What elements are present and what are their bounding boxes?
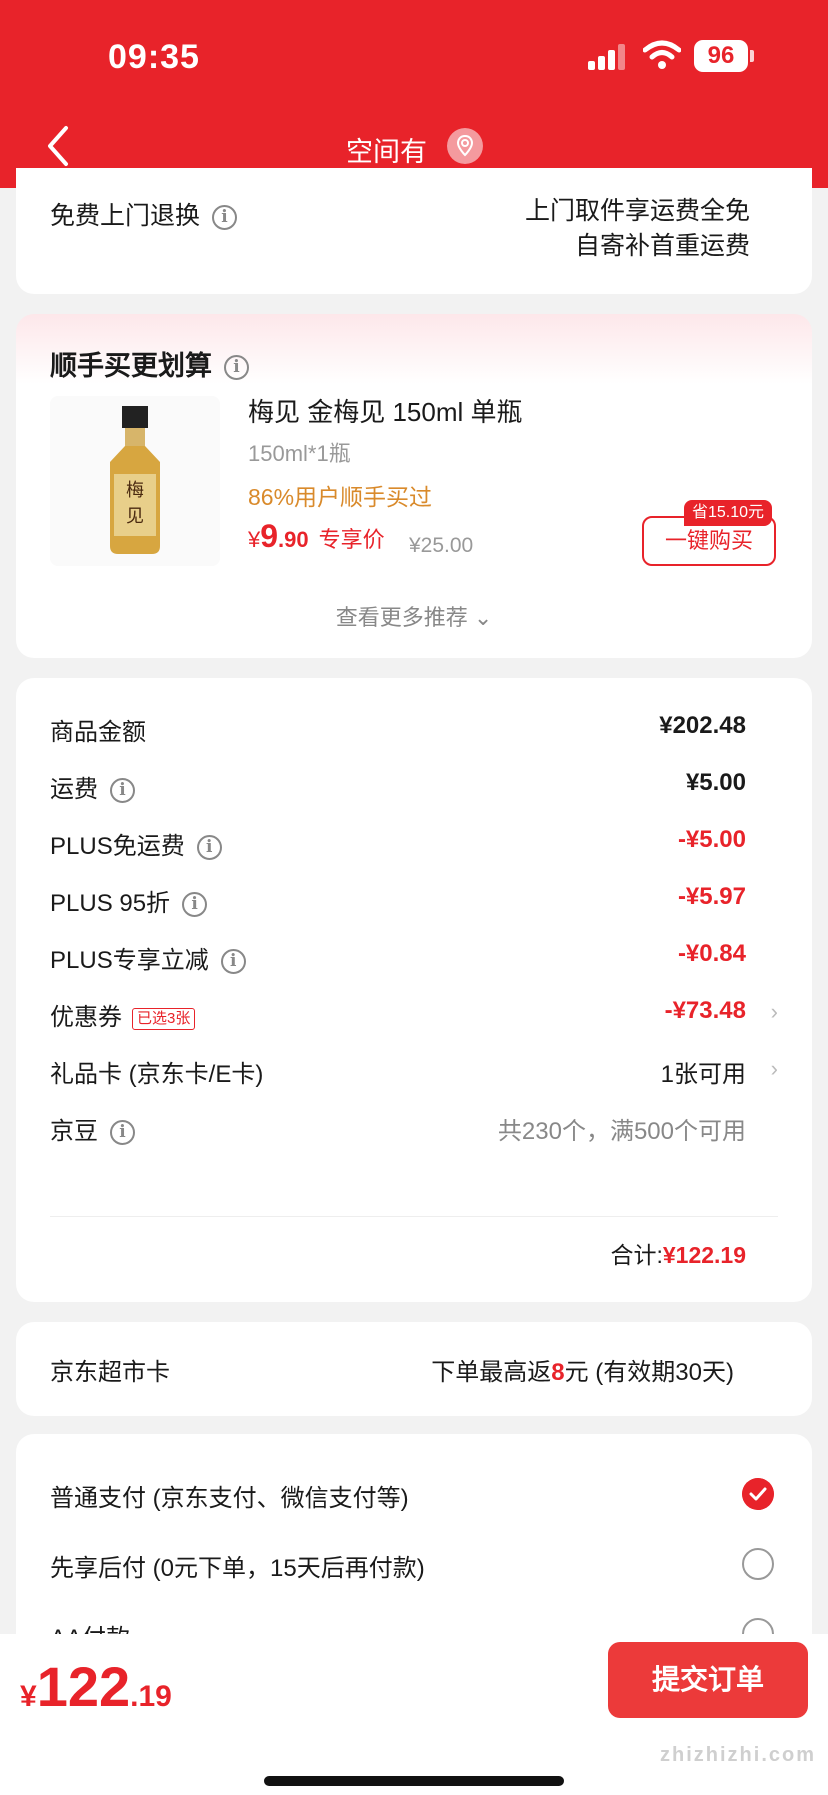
svg-text:见: 见 [126,506,144,527]
info-icon[interactable]: i [196,835,222,861]
watermark: zhizhizhi.com [660,1744,816,1766]
payment-option-pay-later[interactable]: 先享后付 (0元下单，15天后再付款) [50,1548,780,1588]
summary-row-plus-free-shipping: PLUS免运费 i -¥5.00 [50,826,746,861]
savings-badge: 省15.10元 [684,500,773,526]
summary-row-jd-beans: 京豆 i 共230个，满500个可用 [50,1118,746,1146]
location-pin-icon[interactable] [447,128,483,164]
wifi-icon [643,40,681,69]
svg-text:梅: 梅 [126,480,144,501]
supermarket-card-row[interactable]: 京东超市卡 下单最高返8元 (有效期30天) [16,1322,812,1416]
summary-row-coupon[interactable]: 优惠券 已选3张 -¥73.48 › [50,993,778,1033]
original-price: ¥25.00 [409,534,474,557]
bought-percentage: 86%用户顺手买过 [248,484,433,510]
supermarket-card-offer: 下单最高返8元 (有效期30天) [431,1359,734,1386]
info-icon[interactable]: i [110,1120,135,1146]
top-bar: 09:35 96 空间有 [0,0,828,188]
cellular-signal-icon [588,44,628,70]
price-summary-card: 商品金额 ¥202.48 运费 i ¥5.00 PLUS免运费 i -¥5.00 P… [16,678,812,1302]
total-price: ¥122.19 [20,1655,172,1718]
info-icon[interactable]: i [110,778,135,804]
info-icon[interactable]: i [212,204,238,230]
battery-tip [750,50,754,62]
recommendation-title: 顺手买更划算 i [50,344,249,383]
home-indicator[interactable] [264,1776,564,1786]
checkout-bar: ¥122.19 提交订单 zhizhizhi.com [0,1634,828,1795]
product-image[interactable]: 梅 见 [50,396,220,566]
info-icon[interactable]: i [224,355,249,381]
return-detail: 上门取件享运费全免 自寄补首重运费 [524,197,750,260]
return-label: 免费上门退换 i [50,196,238,232]
chevron-right-icon: › [770,1056,778,1081]
summary-row-shipping: 运费 i ¥5.00 [50,769,746,804]
divider [50,1216,778,1217]
payment-option-standard[interactable]: 普通支付 (京东支付、微信支付等) [50,1478,780,1518]
product-price: ¥9.90 专享价 [248,518,385,554]
coupon-count-tag: 已选3张 [132,1007,196,1030]
summary-row-plus-reduction: PLUS专享立减 i -¥0.84 [50,940,746,975]
summary-row-goods: 商品金额 ¥202.48 [50,712,746,746]
product-spec: 150ml*1瓶 [248,441,351,466]
radio-button[interactable] [742,1548,774,1580]
supermarket-card-label: 京东超市卡 [50,1359,170,1386]
status-time: 09:35 [108,38,200,76]
return-policy-card: 免费上门退换 i 上门取件享运费全免 自寄补首重运费 [16,168,812,294]
recommendation-card: 顺手买更划算 i 梅 见 梅见 金梅见 150ml 单瓶 150ml*1瓶 86%… [16,314,812,658]
chevron-right-icon: › [770,999,778,1024]
page-title: 空间有 [346,137,427,167]
summary-total: 合计:¥122.19 [610,1242,746,1268]
summary-row-gift-card[interactable]: 礼品卡 (京东卡/E卡) 1张可用 › [50,1050,778,1090]
submit-order-button[interactable]: 提交订单 [608,1642,808,1718]
product-name[interactable]: 梅见 金梅见 150ml 单瓶 [248,392,523,429]
info-icon[interactable]: i [220,949,246,975]
checkmark-icon[interactable] [742,1478,774,1510]
back-arrow-icon[interactable] [44,124,74,168]
info-icon[interactable]: i [182,892,208,918]
summary-row-plus-discount: PLUS 95折 i -¥5.97 [50,883,746,918]
more-recommendations-link[interactable]: 查看更多推荐 ⌄ [16,600,812,632]
battery-icon: 96 [694,40,748,72]
